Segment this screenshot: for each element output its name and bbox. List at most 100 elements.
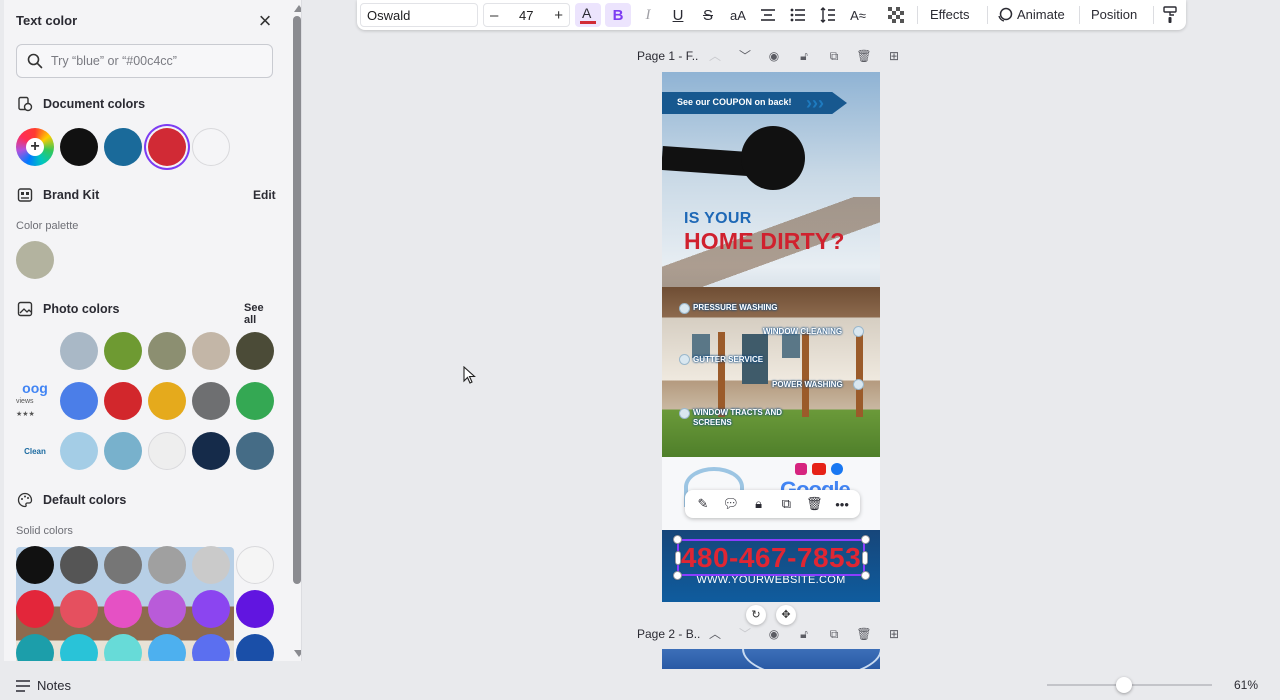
doc-color-swatch[interactable]: [192, 128, 230, 166]
add-page-icon[interactable]: ⊞: [886, 626, 902, 642]
text-style-icon[interactable]: A≈: [845, 3, 871, 27]
photo-color-swatch[interactable]: [60, 332, 98, 370]
solid-color-swatch[interactable]: [148, 590, 186, 628]
brand-color-swatch[interactable]: [16, 241, 54, 279]
photo-color-swatch[interactable]: [236, 332, 274, 370]
magic-edit-icon[interactable]: ✎: [693, 496, 713, 512]
hide-page-icon[interactable]: ◉: [766, 48, 782, 64]
close-icon[interactable]: ×: [254, 8, 276, 34]
line-spacing-icon[interactable]: [815, 3, 841, 27]
service-item[interactable]: WINDOW TRACTS AND SCREENS: [693, 408, 803, 428]
move-icon[interactable]: ✥: [776, 605, 796, 625]
zoom-percentage[interactable]: 61%: [1234, 678, 1258, 692]
lock-icon[interactable]: 🔓︎: [796, 626, 812, 642]
animate-button[interactable]: Animate: [997, 7, 1065, 22]
delete-page-icon[interactable]: 🗑︎: [856, 48, 872, 64]
lock-icon[interactable]: 🔓︎: [796, 48, 812, 64]
photo-color-swatch[interactable]: [148, 332, 186, 370]
solid-color-swatch[interactable]: [104, 590, 142, 628]
service-item[interactable]: WINDOW CLEANING: [763, 327, 842, 337]
duplicate-page-icon[interactable]: ⧉: [826, 626, 842, 642]
photo-color-swatch[interactable]: [148, 432, 186, 470]
resize-handle[interactable]: [673, 571, 682, 580]
photo-color-swatch[interactable]: [192, 332, 230, 370]
photo-color-swatch[interactable]: [236, 432, 274, 470]
clean-logo-thumb[interactable]: Clean: [16, 432, 54, 470]
color-search-input[interactable]: [51, 54, 261, 68]
scroll-up-arrow-icon[interactable]: [294, 5, 301, 12]
bold-icon[interactable]: B: [605, 3, 631, 27]
strikethrough-icon[interactable]: S: [695, 3, 721, 27]
resize-handle[interactable]: [861, 571, 870, 580]
notes-button[interactable]: Notes: [16, 678, 71, 693]
service-item[interactable]: POWER WASHING: [772, 380, 843, 390]
bullet-list-icon[interactable]: [785, 3, 811, 27]
more-options-icon[interactable]: •••: [832, 497, 852, 512]
decrease-size-button[interactable]: –: [490, 7, 498, 24]
solid-color-swatch[interactable]: [192, 590, 230, 628]
doc-color-swatch[interactable]: [104, 128, 142, 166]
design-page-1[interactable]: See our COUPON on back! ››› IS YOUR HOME…: [662, 72, 880, 602]
solid-color-swatch[interactable]: [104, 546, 142, 584]
page-1-title[interactable]: Page 1 - F..: [637, 49, 698, 63]
solid-color-swatch[interactable]: [236, 634, 274, 661]
doc-color-swatch-selected[interactable]: [148, 128, 186, 166]
hide-page-icon[interactable]: ◉: [766, 626, 782, 642]
brand-kit-edit-button[interactable]: Edit: [253, 188, 276, 202]
doc-color-swatch[interactable]: [60, 128, 98, 166]
phone-number-text[interactable]: 480-467-7853: [662, 542, 880, 574]
chevron-down-icon[interactable]: ﹀: [737, 626, 753, 642]
paint-roller-icon[interactable]: [1159, 3, 1181, 27]
zoom-slider-knob[interactable]: [1116, 677, 1132, 693]
see-all-button[interactable]: See all: [244, 302, 278, 326]
add-page-icon[interactable]: ⊞: [886, 48, 902, 64]
solid-color-swatch[interactable]: [16, 546, 54, 584]
position-button[interactable]: Position: [1091, 7, 1137, 22]
chevron-up-icon[interactable]: ︿: [707, 626, 723, 642]
google-reviews-thumb[interactable]: oog views ★★★: [16, 382, 54, 420]
photo-color-swatch[interactable]: [148, 382, 186, 420]
photo-color-swatch[interactable]: [104, 382, 142, 420]
scrollbar-thumb[interactable]: [293, 16, 301, 584]
solid-color-swatch[interactable]: [192, 546, 230, 584]
resize-handle[interactable]: [861, 535, 870, 544]
solid-color-swatch[interactable]: [148, 546, 186, 584]
solid-color-swatch[interactable]: [60, 590, 98, 628]
chevron-down-icon[interactable]: ﹀: [737, 48, 753, 64]
side-resize-handle[interactable]: [675, 551, 681, 565]
hanger-hole[interactable]: [741, 126, 805, 190]
letter-case-icon[interactable]: aA: [725, 3, 751, 27]
service-item[interactable]: PRESSURE WASHING: [693, 303, 777, 313]
photo-color-swatch[interactable]: [236, 382, 274, 420]
headline-home-dirty[interactable]: HOME DIRTY?: [684, 228, 845, 255]
font-size-value[interactable]: 47: [519, 8, 533, 23]
comment-icon[interactable]: 💬︎: [721, 496, 741, 512]
delete-icon[interactable]: 🗑︎: [804, 496, 824, 512]
website-text[interactable]: WWW.YOURWEBSITE.COM: [662, 574, 880, 586]
font-family-select[interactable]: Oswald: [360, 3, 478, 27]
duplicate-page-icon[interactable]: ⧉: [826, 48, 842, 64]
photo-color-swatch[interactable]: [104, 432, 142, 470]
add-color-button[interactable]: +: [16, 128, 54, 166]
side-resize-handle[interactable]: [862, 551, 868, 565]
increase-size-button[interactable]: +: [554, 7, 563, 24]
design-page-2[interactable]: [662, 649, 880, 669]
underline-icon[interactable]: U: [665, 3, 691, 27]
duplicate-icon[interactable]: ⧉: [776, 496, 796, 512]
delete-page-icon[interactable]: 🗑︎: [856, 626, 872, 642]
text-color-button[interactable]: A: [575, 3, 601, 27]
align-center-icon[interactable]: [755, 3, 781, 27]
headline-is-your[interactable]: IS YOUR: [684, 210, 752, 228]
chevron-up-icon[interactable]: ︿: [707, 48, 723, 64]
color-search[interactable]: [16, 44, 273, 78]
effects-button[interactable]: Effects: [930, 7, 970, 22]
photo-color-swatch[interactable]: [104, 332, 142, 370]
scroll-down-arrow-icon[interactable]: [294, 650, 301, 657]
transparency-icon[interactable]: [884, 3, 908, 27]
solid-color-swatch[interactable]: [236, 546, 274, 584]
photo-color-swatch[interactable]: [60, 432, 98, 470]
solid-color-swatch[interactable]: [16, 590, 54, 628]
lock-icon[interactable]: 🔒︎: [749, 496, 769, 512]
photo-color-swatch[interactable]: [192, 382, 230, 420]
page-2-title[interactable]: Page 2 - B..: [637, 627, 700, 641]
